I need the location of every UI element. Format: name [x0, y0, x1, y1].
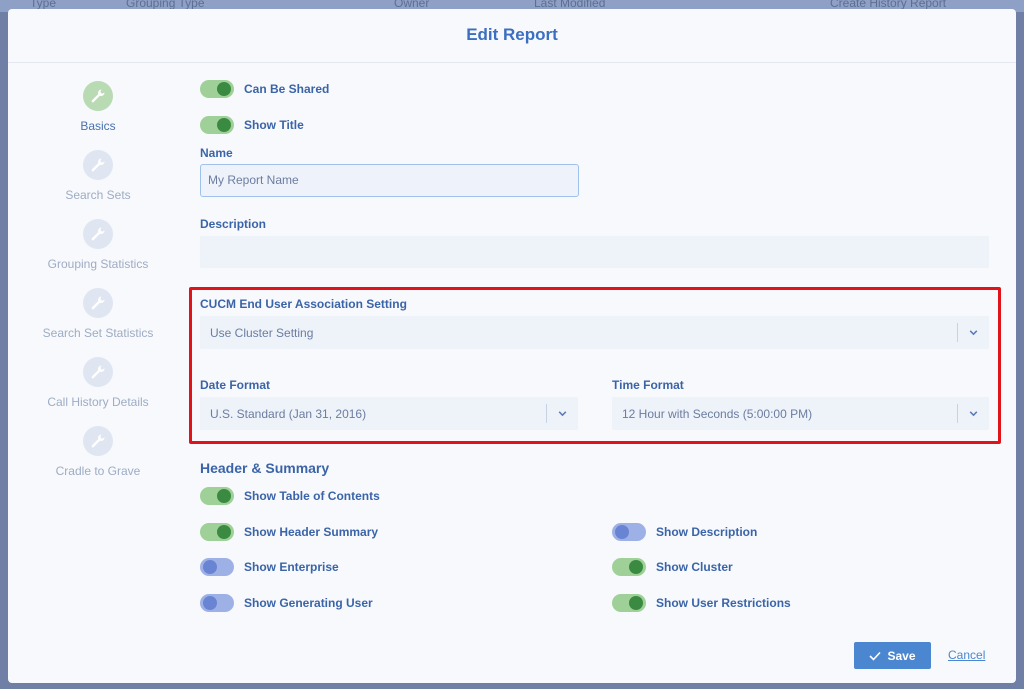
toggle-knob [629, 560, 643, 574]
wrench-icon [83, 288, 113, 318]
header-summary-heading: Header & Summary [200, 460, 330, 476]
sidebar-item-label: Grouping Statistics [47, 257, 149, 271]
toggle-knob [217, 118, 231, 132]
show-enterprise-row: Show Enterprise [200, 557, 339, 577]
toggle-knob [615, 525, 629, 539]
show-title-toggle[interactable] [200, 116, 234, 134]
toggle-knob [217, 525, 231, 539]
wrench-icon [83, 426, 113, 456]
show-description-label: Show Description [656, 525, 758, 539]
sidebar-item-label: Search Set Statistics [42, 326, 154, 340]
can-be-shared-toggle[interactable] [200, 80, 234, 98]
show-user-restrictions-row: Show User Restrictions [612, 593, 791, 613]
wrench-icon [83, 81, 113, 111]
show-title-label: Show Title [244, 118, 304, 132]
show-description-row: Show Description [612, 522, 757, 542]
modal-title: Edit Report [466, 25, 558, 44]
sidebar-item-search-set-statistics[interactable]: Search Set Statistics [8, 288, 188, 340]
description-label: Description [200, 217, 267, 231]
sidebar-item-label: Basics [80, 119, 116, 133]
show-header-summary-toggle[interactable] [200, 523, 234, 541]
show-table-of-contents-row: Show Table of Contents [200, 486, 380, 506]
wrench-icon [83, 219, 113, 249]
show-enterprise-label: Show Enterprise [244, 560, 339, 574]
sidebar-item-basics[interactable]: Basics [8, 81, 188, 133]
can-be-shared-row: Can Be Shared [200, 79, 329, 99]
show-header-summary-label: Show Header Summary [244, 525, 379, 539]
show-title-row: Show Title [200, 115, 304, 135]
show-cluster-label: Show Cluster [656, 560, 733, 574]
show-description-toggle[interactable] [612, 523, 646, 541]
show-table-of-contents-toggle[interactable] [200, 487, 234, 505]
wrench-icon [83, 357, 113, 387]
show-generating-user-label: Show Generating User [244, 596, 373, 610]
edit-report-modal: Edit Report Basics Search Sets Grouping … [8, 9, 1016, 683]
checkmark-icon [869, 651, 882, 661]
sidebar-item-label: Search Sets [65, 188, 131, 202]
show-generating-user-row: Show Generating User [200, 593, 373, 613]
cancel-link[interactable]: Cancel [948, 648, 985, 662]
show-table-of-contents-label: Show Table of Contents [244, 489, 380, 503]
report-name-input[interactable]: My Report Name [200, 164, 579, 197]
can-be-shared-label: Can Be Shared [244, 82, 330, 96]
sidebar-item-grouping-statistics[interactable]: Grouping Statistics [8, 219, 188, 271]
show-user-restrictions-toggle[interactable] [612, 594, 646, 612]
show-cluster-row: Show Cluster [612, 557, 733, 577]
toggle-knob [203, 596, 217, 610]
toggle-knob [203, 560, 217, 574]
title-divider [8, 62, 1016, 63]
sidebar-item-cradle-to-grave[interactable]: Cradle to Grave [8, 426, 188, 478]
toggle-knob [217, 489, 231, 503]
show-cluster-toggle[interactable] [612, 558, 646, 576]
show-generating-user-toggle[interactable] [200, 594, 234, 612]
description-input[interactable] [200, 236, 989, 268]
toggle-knob [217, 82, 231, 96]
show-enterprise-toggle[interactable] [200, 558, 234, 576]
save-button-label: Save [887, 648, 916, 663]
name-label: Name [200, 146, 233, 160]
sidebar-item-label: Cradle to Grave [55, 464, 141, 478]
highlight-box [189, 287, 1001, 444]
sidebar-item-call-history-details[interactable]: Call History Details [8, 357, 188, 409]
toggle-knob [629, 596, 643, 610]
sidebar-item-search-sets[interactable]: Search Sets [8, 150, 188, 202]
show-user-restrictions-label: Show User Restrictions [656, 596, 791, 610]
show-header-summary-row: Show Header Summary [200, 522, 378, 542]
wrench-icon [83, 150, 113, 180]
save-button[interactable]: Save [854, 642, 931, 669]
sidebar-item-label: Call History Details [47, 395, 149, 409]
